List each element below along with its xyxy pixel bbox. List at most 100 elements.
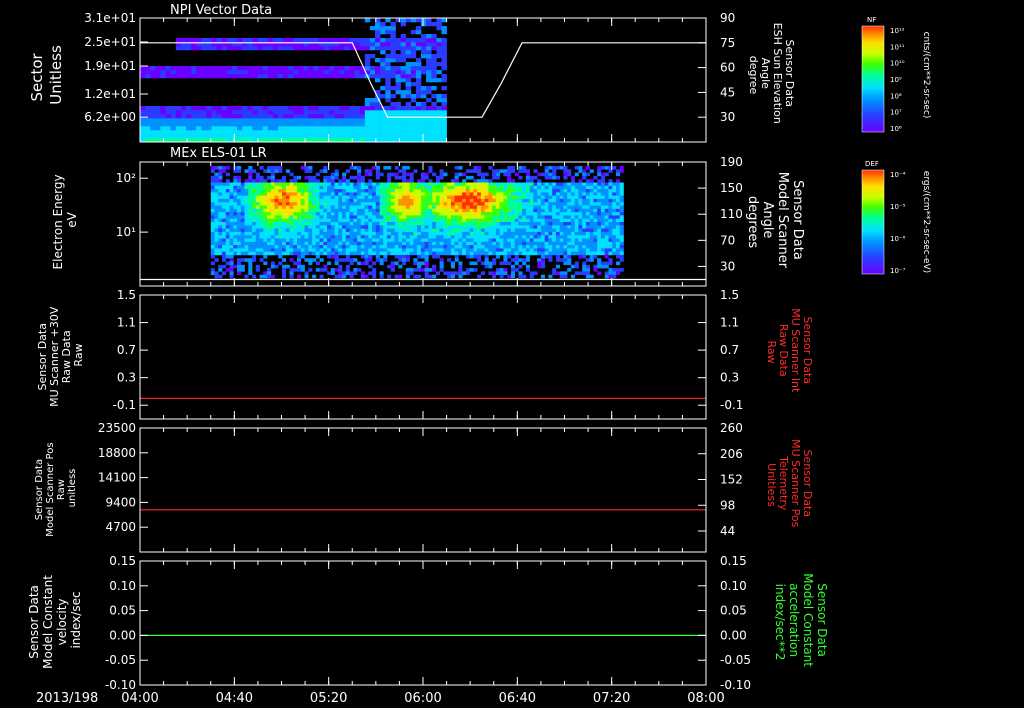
heatmap-cell [375, 235, 380, 239]
heatmap-cell [529, 218, 534, 223]
heatmap-cell [417, 179, 422, 183]
heatmap-cell [439, 182, 444, 187]
heatmap-cell [201, 38, 207, 43]
heatmap-cell [218, 169, 223, 173]
heatmap-cell [548, 189, 553, 193]
heatmap-cell [267, 231, 272, 236]
heatmap-cell [612, 205, 617, 210]
heatmap-cell [443, 231, 448, 236]
heatmap-cell [222, 195, 227, 200]
heatmap-cell [597, 189, 602, 193]
heatmap-cell [462, 208, 467, 213]
heatmap-cell [450, 185, 455, 190]
y2-tick-label: 0.00 [720, 628, 747, 642]
heatmap-cell [315, 212, 320, 216]
heatmap-cell [503, 195, 508, 200]
heatmap-cell [600, 172, 605, 177]
heatmap-cell [439, 248, 444, 252]
heatmap-cell [600, 198, 605, 203]
heatmap-cell [308, 74, 314, 79]
heatmap-cell [214, 218, 219, 223]
heatmap-cell [421, 110, 427, 115]
heatmap-cell [278, 192, 283, 196]
heatmap-cell [435, 254, 440, 259]
heatmap-cell [510, 271, 515, 275]
heatmap-cell [364, 208, 369, 213]
heatmap-cell [233, 218, 238, 223]
heatmap-cell [462, 212, 467, 216]
heatmap-cell [380, 86, 386, 91]
heatmap-cell [300, 218, 305, 223]
heatmap-cell [428, 225, 433, 229]
heatmap-cell [522, 222, 527, 226]
heatmap-cell [263, 195, 268, 200]
heatmap-cell [612, 218, 617, 223]
heatmap-cell [289, 185, 294, 190]
heatmap-cell [518, 271, 523, 275]
heatmap-cell [232, 46, 238, 51]
heatmap-cell [240, 222, 245, 226]
heatmap-cell [312, 238, 317, 243]
heatmap-cell [375, 38, 381, 43]
heatmap-cell [318, 130, 325, 135]
heatmap-cell [495, 185, 500, 190]
heatmap-cell [330, 185, 335, 190]
heatmap-cell [372, 208, 377, 213]
heatmap-cell [410, 30, 417, 35]
heatmap-cell [232, 110, 238, 115]
heatmap-cell [293, 268, 298, 272]
heatmap-cell [537, 231, 542, 236]
heatmap-cell [525, 248, 530, 252]
heatmap-cell [285, 215, 290, 219]
heatmap-cell [252, 179, 257, 183]
heatmap-cell [619, 202, 624, 206]
heatmap-cell [413, 195, 418, 200]
heatmap-cell [400, 46, 406, 51]
heatmap-cell [454, 195, 459, 200]
heatmap-cell [385, 134, 391, 139]
heatmap-cell [252, 182, 257, 187]
heatmap-cell [420, 241, 425, 246]
heatmap-cell [405, 238, 410, 243]
heatmap-cell [338, 198, 343, 203]
heatmap-cell [357, 166, 362, 170]
heatmap-cell [417, 192, 422, 196]
heatmap-cell [196, 110, 202, 115]
heatmap-cell [405, 195, 410, 200]
heatmap-cell [428, 212, 433, 216]
heatmap-cell [544, 231, 549, 236]
heatmap-cell [303, 70, 309, 75]
heatmap-cell [222, 166, 227, 170]
heatmap-cell [395, 78, 401, 83]
heatmap-cell [244, 182, 249, 187]
heatmap-cell [567, 225, 572, 229]
heatmap-cell [567, 231, 572, 236]
heatmap-cell [465, 218, 470, 223]
heatmap-cell [537, 245, 542, 249]
heatmap-cell [495, 231, 500, 236]
heatmap-cell [390, 241, 395, 246]
heatmap-cell [578, 225, 583, 229]
heatmap-cell [274, 185, 279, 190]
heatmap-cell [507, 261, 512, 266]
heatmap-cell [218, 195, 223, 200]
heatmap-cell [394, 208, 399, 213]
heatmap-cell [503, 254, 508, 259]
heatmap-cell [514, 212, 519, 216]
heatmap-cell [495, 182, 500, 187]
y2-tick-label: 0.15 [720, 554, 747, 568]
heatmap-cell [402, 175, 407, 180]
heatmap-cell [395, 82, 401, 87]
heatmap-cell [394, 212, 399, 216]
heatmap-cell [593, 254, 598, 259]
heatmap-cell [400, 74, 406, 79]
heatmap-cell [297, 218, 302, 223]
heatmap-cell [387, 248, 392, 252]
heatmap-cell [413, 205, 418, 210]
heatmap-cell [431, 66, 437, 71]
heatmap-cell [327, 189, 332, 193]
heatmap-cell [338, 208, 343, 213]
heatmap-cell [402, 169, 407, 173]
heatmap-cell [555, 166, 560, 170]
heatmap-cell [297, 192, 302, 196]
